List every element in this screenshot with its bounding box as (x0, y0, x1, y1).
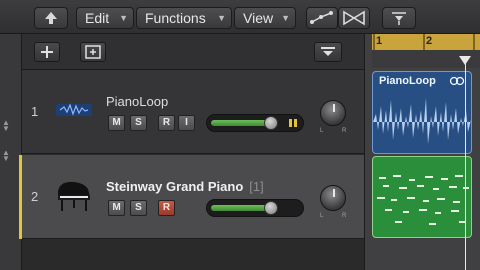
pan-knob[interactable] (320, 185, 346, 211)
plus-icon (41, 46, 53, 58)
functions-menu-label: Functions (145, 10, 206, 26)
solo-button[interactable]: S (130, 200, 147, 216)
pan-knob-marker (333, 104, 335, 112)
record-enable-button[interactable]: R (158, 200, 175, 216)
solo-button[interactable]: S (130, 115, 147, 131)
playhead-handle[interactable] (459, 56, 471, 65)
pan-knob[interactable] (320, 100, 346, 126)
volume-fader-handle[interactable] (264, 116, 278, 130)
peak-indicator (289, 119, 292, 127)
view-menu[interactable]: View ▼ (234, 7, 296, 29)
volume-fader-handle[interactable] (264, 201, 278, 215)
control-bar: Edit ▼ Functions ▼ View ▼ (0, 0, 480, 34)
up-arrow-icon (45, 12, 57, 24)
snap-icon (392, 12, 406, 25)
audio-waveform-icon (54, 90, 94, 130)
pan-left-label: L (320, 213, 324, 219)
audio-waveform (373, 98, 471, 144)
pan-knob-marker (333, 189, 335, 197)
volume-level-fill (211, 205, 272, 211)
playhead-line[interactable] (465, 56, 466, 270)
pan-right-label: R (342, 213, 347, 219)
add-track-button[interactable] (34, 42, 60, 62)
pan-right-label: R (342, 128, 347, 134)
track-header-toolbar (22, 34, 364, 70)
track-name-label: Steinway Grand Piano (106, 179, 244, 194)
midi-region-steinway[interactable] (372, 156, 472, 238)
track-header-steinway-grand-piano[interactable]: 2 Steinway Grand Piano [1] M S R L R (22, 155, 364, 239)
add-box-icon (85, 45, 101, 59)
curve-icon (310, 11, 333, 24)
input-monitor-button[interactable]: I (178, 115, 195, 131)
volume-fader[interactable] (206, 199, 304, 217)
edit-menu-label: Edit (85, 10, 110, 26)
track-number: 2 (31, 189, 39, 204)
chevron-down-icon: ▼ (281, 13, 290, 23)
stepper-icon[interactable]: ▲ ▼ (2, 119, 10, 133)
down-triangle-icon (321, 47, 335, 56)
automation-button[interactable] (306, 7, 338, 29)
edit-menu[interactable]: Edit ▼ (76, 7, 134, 29)
grand-piano-icon (54, 175, 94, 215)
audio-region-pianoloop[interactable]: PianoLoop (372, 71, 472, 154)
channel-label: [1] (249, 179, 264, 194)
snap-button[interactable] (382, 7, 416, 29)
chevron-down-icon: ▼ (119, 13, 128, 23)
track-header-pianoloop[interactable]: 1 PianoLoop M S R I L R (22, 70, 364, 154)
volume-level-fill (211, 120, 272, 126)
pan-left-label: L (320, 128, 324, 134)
midi-notes (377, 175, 469, 225)
region-title: PianoLoop (379, 75, 436, 87)
chevron-down-icon: ▼ (217, 13, 226, 23)
up-level-button[interactable] (34, 7, 68, 29)
functions-menu[interactable]: Functions ▼ (136, 7, 232, 29)
flex-button[interactable] (338, 7, 370, 29)
stepper-icon[interactable]: ▲ ▼ (2, 149, 10, 163)
peak-indicator (294, 119, 297, 127)
track-name[interactable]: PianoLoop (106, 94, 168, 109)
flex-icon (343, 10, 365, 26)
track-name[interactable]: Steinway Grand Piano [1] (106, 179, 264, 194)
view-menu-label: View (243, 10, 274, 26)
mute-button[interactable]: M (108, 200, 125, 216)
track-number: 1 (31, 104, 39, 119)
ruler-ticks (373, 34, 475, 50)
mute-button[interactable]: M (108, 115, 125, 131)
volume-fader[interactable] (206, 114, 304, 132)
record-enable-button[interactable]: R (158, 115, 175, 131)
catch-button[interactable] (314, 42, 342, 62)
loop-icon (449, 76, 465, 86)
global-tracks-button[interactable] (80, 42, 106, 62)
